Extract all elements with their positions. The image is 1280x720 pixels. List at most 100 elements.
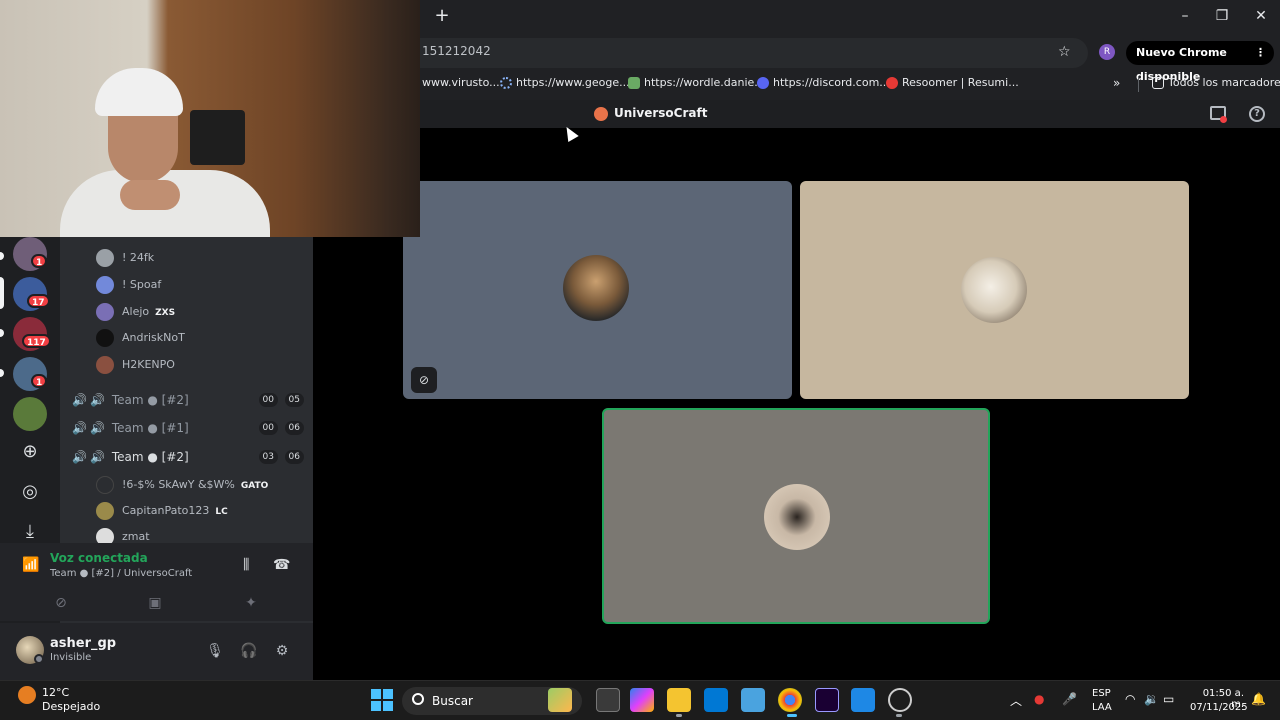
unread-pill (0, 252, 4, 260)
premiere-pro-icon[interactable] (815, 688, 839, 712)
discover-icon[interactable]: ◎ (13, 475, 47, 509)
avatar (96, 276, 114, 294)
close-window-button[interactable]: ✕ (1246, 4, 1276, 28)
windows-start-button[interactable] (371, 689, 393, 711)
bookmark-item[interactable]: Resoomer | Resumi... (886, 72, 1019, 94)
bookmark-star-icon[interactable]: ☆ (1058, 44, 1071, 60)
running-indicator (676, 714, 682, 717)
resoomer-icon (886, 77, 898, 89)
user-tag: ZXS (155, 308, 176, 318)
tray-app-icon[interactable]: ● (1034, 692, 1044, 706)
minimize-button[interactable]: – (1170, 4, 1200, 28)
tray-overflow-icon[interactable]: ︿ (1010, 692, 1022, 709)
avatar (96, 329, 114, 347)
url-text[interactable]: 151212042 (422, 44, 491, 58)
all-bookmarks-button[interactable]: Todos los marcadores (1152, 72, 1280, 94)
tab-strip (420, 0, 1280, 34)
more-menu-icon[interactable]: ⋮ (1255, 41, 1266, 65)
store-icon[interactable] (704, 688, 728, 712)
status-indicator (34, 654, 44, 664)
speaker-icon: 🔊 (90, 421, 105, 435)
username[interactable]: asher_gp (50, 636, 116, 651)
bookmark-item[interactable]: https://www.geoge... (500, 72, 630, 94)
wifi-icon[interactable]: ◠ (1125, 692, 1135, 706)
file-explorer-icon[interactable] (667, 688, 691, 712)
help-icon[interactable]: ? (1249, 106, 1265, 122)
participant-tile-speaking[interactable] (602, 408, 990, 624)
clock-date[interactable]: 07/11/2025 (1190, 702, 1248, 713)
noise-suppression-icon[interactable]: ⫼ (243, 557, 249, 573)
microphone-tray-icon[interactable]: 🎤 (1062, 692, 1077, 706)
voice-user[interactable]: !6-$% SkAwY &$W% GATO (96, 474, 268, 496)
disconnect-icon[interactable]: ☎ (273, 557, 290, 573)
voice-user[interactable]: ! 24fk (96, 247, 154, 269)
user-count: 00 (258, 421, 278, 435)
weather-icon[interactable] (18, 686, 36, 704)
screen-share-icon[interactable]: ▣ (138, 592, 172, 614)
voice-channel[interactable]: 🔊 🔊 Team ● [#2] 00 05 (72, 388, 308, 412)
voice-user[interactable]: ! Spoaf (96, 274, 161, 296)
bookmark-item[interactable]: https://wordle.danie... (628, 72, 765, 94)
user-limit: 06 (284, 450, 304, 464)
user-count: 03 (258, 450, 278, 464)
voice-channel-active[interactable]: 🔊 🔊 Team ● [#2] 03 06 (72, 445, 308, 469)
user-tag: GATO (240, 481, 269, 491)
microphone-icon[interactable]: 🎙 (204, 640, 226, 662)
folder-icon (1152, 77, 1164, 89)
chrome-icon[interactable] (778, 688, 802, 712)
voice-user[interactable]: H2KENPO (96, 354, 175, 376)
active-indicator (787, 714, 797, 717)
widgets-icon[interactable] (548, 688, 572, 712)
unread-pill (0, 329, 4, 337)
voice-channel-path[interactable]: Team ● [#2] / UniversoCraft (50, 568, 192, 579)
task-view-icon[interactable] (596, 688, 620, 712)
camera-off-icon[interactable]: ⊘ (44, 592, 78, 614)
restore-button[interactable]: ❐ (1207, 4, 1237, 28)
voice-user[interactable]: CapitanPato123 LC (96, 500, 228, 522)
server-icon (594, 106, 608, 121)
settings-gear-icon[interactable]: ⚙ (271, 640, 293, 662)
voice-channel[interactable]: 🔊 🔊 Team ● [#1] 00 06 (72, 416, 308, 440)
participant-tile[interactable] (800, 181, 1189, 399)
signal-icon[interactable]: 📶 (22, 557, 40, 575)
speaker-icon: 🔊 (90, 393, 105, 407)
participant-avatar (563, 255, 629, 321)
weather-temperature[interactable]: 12°C (42, 686, 69, 699)
mention-badge: 117 (22, 334, 51, 348)
new-tab-button[interactable]: + (432, 6, 452, 26)
copilot-icon[interactable] (630, 688, 654, 712)
server-icon[interactable] (13, 397, 47, 431)
webcam-person-hands (120, 180, 180, 210)
notifications-icon[interactable]: 🔔 (1251, 692, 1266, 706)
discord-title-bar (420, 100, 1280, 128)
avatar (96, 502, 114, 520)
battery-icon[interactable]: ▭ (1163, 692, 1174, 706)
chrome-update-button[interactable]: Nuevo Chrome disponible ⋮ (1126, 41, 1274, 83)
input-layout[interactable]: LAA (1092, 702, 1112, 713)
bookmarks-overflow-icon[interactable]: » (1113, 76, 1120, 90)
voice-status[interactable]: Voz conectada (50, 551, 148, 565)
volume-icon[interactable]: 🔉 (1144, 692, 1159, 706)
user-tag: LC (215, 507, 228, 517)
bookmark-item[interactable]: www.virusto... (422, 72, 500, 94)
search-icon (412, 693, 424, 705)
voice-user[interactable]: AndriskNoT (96, 327, 185, 349)
address-bar[interactable] (420, 38, 1088, 68)
weather-description[interactable]: Despejado (42, 700, 100, 713)
photos-icon[interactable] (741, 688, 765, 712)
input-language[interactable]: ESP (1092, 688, 1111, 699)
running-indicator (896, 714, 902, 717)
profile-avatar[interactable]: R (1099, 44, 1115, 60)
mention-badge: 1 (31, 374, 48, 388)
headphones-icon[interactable]: 🎧 (238, 640, 260, 662)
bookmark-item[interactable]: https://discord.com... (757, 72, 890, 94)
activities-icon[interactable]: ✦ (234, 592, 268, 614)
participant-tile[interactable]: ⊘ (403, 181, 792, 399)
wordle-icon (628, 77, 640, 89)
voice-user[interactable]: Alejo ZXS (96, 301, 175, 323)
add-server-icon[interactable]: ⊕ (13, 435, 47, 469)
app-icon[interactable] (851, 688, 875, 712)
unread-pill (0, 369, 4, 377)
avatar (96, 356, 114, 374)
discord-taskbar-icon[interactable] (888, 688, 912, 712)
